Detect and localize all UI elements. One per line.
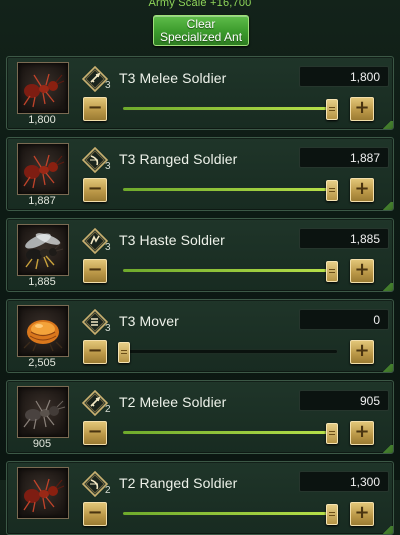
tier-number: 3 [105,242,111,253]
unit-available-count: 1,885 [28,276,56,288]
tier-number: 2 [105,485,111,496]
increase-button[interactable]: + [350,502,374,526]
slider-handle[interactable] [326,261,338,282]
quantity-slider[interactable] [123,99,338,120]
decrease-button[interactable]: − [83,178,107,202]
unit-card: 2 T2 Ranged Soldier 1,300 − + [6,461,394,535]
unit-quantity-input[interactable]: 1,300 [299,471,389,492]
leaf-decoration-icon [381,364,393,372]
unit-available-count: 2,505 [28,357,56,369]
unit-quantity-input[interactable]: 1,885 [299,228,389,249]
increase-button[interactable]: + [350,178,374,202]
unit-name: T3 Mover [119,313,179,329]
unit-name: T3 Ranged Soldier [119,151,238,167]
slider-fill [123,269,331,272]
unit-quantity-input[interactable]: 0 [299,309,389,330]
slider-handle[interactable] [326,423,338,444]
slider-fill [123,188,331,191]
unit-card: 1,885 3 T3 Haste Soldier 1,885 − + [6,218,394,292]
unit-card: 1,800 3 T3 Melee Soldier 1,800 − + [6,56,394,130]
unit-available-count: 1,887 [28,195,56,207]
increase-button[interactable]: + [350,421,374,445]
quantity-slider[interactable] [123,504,338,525]
leaf-decoration-icon [381,526,393,534]
unit-name: T3 Haste Soldier [119,232,225,248]
unit-quantity-input[interactable]: 1,800 [299,66,389,87]
red-ant-portrait[interactable] [17,143,69,195]
decrease-button[interactable]: − [83,340,107,364]
slider-handle[interactable] [326,504,338,525]
tier-number: 3 [105,161,111,172]
decrease-button[interactable]: − [83,259,107,283]
slider-handle[interactable] [326,99,338,120]
unit-card: 2,505 3 T3 Mover 0 − + [6,299,394,373]
slider-fill [123,107,331,110]
header: Army Scale +16,700 Clear Specialized Ant [0,0,400,52]
unit-quantity-input[interactable]: 905 [299,390,389,411]
increase-button[interactable]: + [350,259,374,283]
tier-number: 3 [105,323,111,334]
clear-button-line-2: Specialized Ant [159,29,243,44]
tier-number: 3 [105,80,111,91]
unit-card: 1,887 3 T3 Ranged Soldier 1,887 − + [6,137,394,211]
leaf-decoration-icon [381,202,393,210]
decrease-button[interactable]: − [83,421,107,445]
quantity-slider[interactable] [118,342,337,363]
clear-button-line-1: Clear [186,16,216,31]
slider-handle[interactable] [118,342,130,363]
increase-button[interactable]: + [350,97,374,121]
clear-specialized-ant-button[interactable]: Clear Specialized Ant [153,15,249,46]
slider-handle[interactable] [326,180,338,201]
tier-number: 2 [105,404,111,415]
unit-available-count: 905 [32,438,52,450]
winged-ant-portrait[interactable] [17,224,69,276]
unit-name: T3 Melee Soldier [119,70,227,86]
quantity-slider[interactable] [123,423,338,444]
unit-name: T2 Melee Soldier [119,394,227,410]
leaf-decoration-icon [381,283,393,291]
red-ant-portrait[interactable] [17,467,69,519]
red-ant-portrait[interactable] [17,62,69,114]
leaf-decoration-icon [381,121,393,129]
unit-card: 905 2 T2 Melee Soldier 905 − + [6,380,394,454]
army-scale-label: Army Scale +16,700 [148,0,252,9]
unit-available-count: 1,800 [28,114,56,126]
quantity-slider[interactable] [123,261,338,282]
increase-button[interactable]: + [350,340,374,364]
slider-fill [123,431,331,434]
leaf-decoration-icon [381,445,393,453]
quantity-slider[interactable] [123,180,338,201]
decrease-button[interactable]: − [83,502,107,526]
unit-name: T2 Ranged Soldier [119,475,238,491]
decrease-button[interactable]: − [83,97,107,121]
unit-quantity-input[interactable]: 1,887 [299,147,389,168]
slider-fill [123,512,331,515]
black-ant-portrait[interactable] [17,386,69,438]
honeypot-ant-portrait[interactable] [17,305,69,357]
